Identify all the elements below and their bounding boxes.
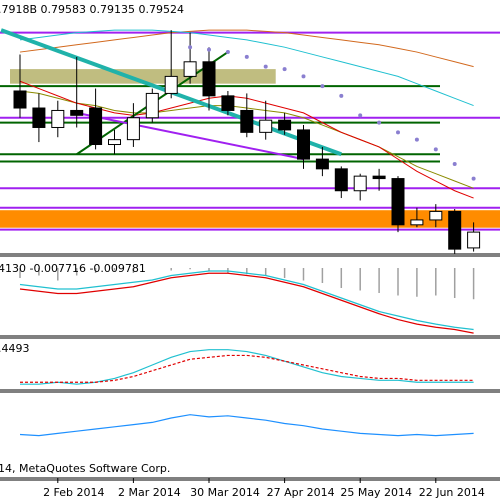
bear-candle [221, 95, 235, 111]
psar-dot [188, 45, 193, 50]
psar-dot [301, 74, 306, 79]
psar-dot [377, 120, 382, 125]
orange-zone [0, 210, 500, 228]
bull-candle [429, 210, 443, 221]
ohlc-readout: .7918B 0.79583 0.79135 0.79524 [0, 3, 184, 16]
psar-dot [433, 147, 438, 152]
bear-candle [391, 178, 405, 226]
bear-candle [297, 129, 310, 160]
indicator2-panel [19, 414, 474, 437]
indicator2-blue-line [19, 414, 474, 437]
psar-dot [471, 176, 476, 181]
psar-dot [452, 161, 457, 166]
x-tick-label: 2 Feb 2014 [43, 486, 104, 499]
bear-candle [89, 107, 103, 146]
bear-candle [240, 109, 254, 133]
bear-candle [13, 90, 27, 109]
psar-dot [263, 64, 268, 69]
panel-frames [0, 253, 500, 481]
bull-candle [467, 231, 481, 249]
oscillator-red-line [19, 272, 474, 334]
x-tick-label: 2 Mar 2014 [118, 486, 181, 499]
psar-dot [414, 137, 419, 142]
psar-dot [396, 130, 400, 135]
bear-candle [32, 107, 46, 128]
bull-candle [410, 219, 424, 226]
bull-candle [145, 92, 159, 119]
indicator-red-dashed-line [20, 354, 474, 383]
oscillator-values: 4130 -0.007716 -0.009781 [0, 262, 146, 275]
bear-candle [315, 158, 329, 170]
bear-candle [372, 175, 386, 180]
x-axis: 2 Feb 2014 2 Mar 2014 30 Mar 2014 27 Apr 20… [43, 478, 485, 499]
bull-candle [164, 75, 178, 94]
bear-candle [334, 168, 348, 192]
x-tick-label: 22 Jun 2014 [419, 486, 485, 499]
x-tick-label: 30 Mar 2014 [190, 486, 260, 499]
bull-candle [51, 109, 65, 128]
oscillator-cyan-line [19, 270, 474, 331]
oscillator-panel [19, 268, 475, 334]
bull-candle [108, 139, 121, 146]
psar-dot [339, 93, 344, 98]
psar-dot [225, 50, 230, 55]
bear-candle [70, 109, 84, 116]
bull-candle [183, 61, 197, 77]
bear-candle [278, 119, 292, 131]
chart-canvas: 2 Feb 2014 2 Mar 2014 30 Mar 2014 27 Apr 20… [0, 3, 500, 499]
bull-candle [353, 175, 367, 192]
indicator-values: .4493 [0, 342, 30, 355]
copyright-text: 14, MetaQuotes Software Corp. [0, 462, 170, 475]
psar-dot [207, 47, 211, 52]
psar-dot [244, 54, 249, 59]
bull-candle [126, 117, 140, 141]
bull-candle [259, 119, 273, 133]
psar-dot [320, 84, 325, 89]
metatrader-chart: 2 Feb 2014 2 Mar 2014 30 Mar 2014 27 Apr 20… [0, 0, 500, 500]
indicator-panel [20, 349, 474, 385]
x-tick-label: 27 Apr 2014 [267, 486, 335, 499]
bear-candle [448, 210, 462, 250]
bear-candle [202, 61, 216, 97]
x-tick-label: 25 May 2014 [340, 486, 412, 499]
psar-dot [282, 67, 287, 72]
psar-dot [358, 113, 363, 118]
price-panel [0, 28, 500, 254]
